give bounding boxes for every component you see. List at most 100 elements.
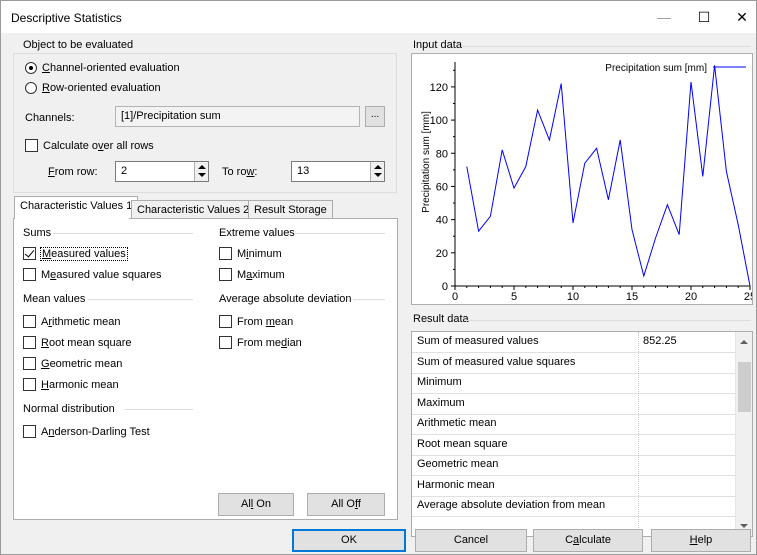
minimum-checkbox[interactable]: [219, 247, 232, 260]
calculate-all-rows-checkbox[interactable]: [25, 139, 38, 152]
cancel-button[interactable]: Cancel: [415, 529, 527, 552]
from-median-label: From median: [237, 337, 302, 349]
dialog-window: Descriptive Statistics — ☐ ✕ Object to b…: [0, 0, 757, 555]
result-name: Harmonic mean: [417, 478, 495, 491]
result-name: Average absolute deviation from mean: [417, 499, 606, 511]
input-data-label: Input data: [411, 39, 464, 51]
from-row-stepper[interactable]: [194, 162, 208, 181]
y-tick-label: 100: [430, 115, 448, 127]
channels-browse-button[interactable]: ...: [365, 106, 385, 127]
sums-header: Sums: [23, 227, 52, 239]
scroll-down-icon[interactable]: [740, 524, 748, 528]
calculate-button[interactable]: Calculate: [533, 529, 643, 552]
result-row[interactable]: Sum of measured value squares: [412, 353, 737, 374]
result-name: Minimum: [417, 376, 462, 388]
result-row[interactable]: Arithmetic mean: [412, 414, 737, 435]
result-row[interactable]: Maximum: [412, 394, 737, 415]
from-row-label: From row:: [48, 166, 98, 178]
close-button[interactable]: ✕: [719, 1, 757, 33]
object-group-label: Object to be evaluated: [21, 39, 136, 51]
to-row-stepper[interactable]: [370, 162, 384, 181]
measured-values-label: Measured values: [40, 247, 128, 261]
geometric-mean-checkbox[interactable]: [23, 357, 36, 370]
measured-squares-label: Measured value squares: [41, 269, 162, 281]
tab-characteristic-values-1[interactable]: Characteristic Values 1: [14, 196, 139, 219]
x-tick-label: 5: [511, 291, 517, 303]
measured-squares-checkbox[interactable]: [23, 268, 36, 281]
calculate-all-rows-label: Calculate over all rows: [43, 140, 154, 152]
channels-label: Channels:: [25, 112, 75, 124]
anderson-darling-label: Anderson-Darling Test: [41, 426, 150, 438]
from-row-field[interactable]: 2: [115, 161, 209, 182]
x-tick-label: 10: [567, 291, 579, 303]
result-row[interactable]: Sum of measured values 852.25: [412, 332, 737, 353]
y-axis-label: Precipitation sum [mm]: [421, 111, 432, 213]
y-tick-label: 0: [442, 281, 448, 293]
from-row-value: 2: [121, 165, 128, 177]
arithmetic-mean-checkbox[interactable]: [23, 315, 36, 328]
arithmetic-mean-label: Arithmetic mean: [41, 316, 121, 328]
y-tick-label: 40: [436, 215, 448, 227]
y-tick-label: 80: [436, 148, 448, 160]
x-tick-label: 25: [744, 291, 752, 303]
result-row[interactable]: Root mean square: [412, 435, 737, 456]
scroll-up-icon[interactable]: [740, 340, 748, 344]
window-title: Descriptive Statistics: [11, 11, 122, 25]
result-row[interactable]: Geometric mean: [412, 455, 737, 476]
row-oriented-radio[interactable]: [25, 82, 37, 94]
maximum-label: Maximum: [237, 269, 285, 281]
avg-abs-deviation-header: Average absolute deviation: [219, 293, 352, 305]
ok-button[interactable]: OK: [292, 529, 406, 552]
to-row-field[interactable]: 13: [291, 161, 385, 182]
result-data-label: Result data: [411, 313, 471, 325]
to-row-label: To row:: [222, 166, 258, 178]
extreme-values-header: Extreme values: [219, 227, 295, 239]
geometric-mean-label: Geometric mean: [41, 358, 123, 370]
to-row-value: 13: [297, 165, 310, 177]
result-name: Sum of measured values: [417, 335, 539, 347]
result-name: Geometric mean: [417, 458, 499, 470]
from-mean-checkbox[interactable]: [219, 315, 232, 328]
channel-oriented-label: Channel-oriented evaluation: [42, 62, 180, 74]
all-off-button[interactable]: All Off: [307, 493, 385, 516]
y-tick-label: 20: [436, 248, 448, 260]
measured-values-checkbox[interactable]: [23, 247, 36, 260]
scroll-thumb[interactable]: [738, 362, 751, 412]
from-mean-label: From mean: [237, 316, 294, 328]
root-mean-square-label: Root mean square: [41, 337, 132, 349]
chart-svg: 0 20 40 60 80 100 120 0 5 10 15 20 25 Precipitation s…: [421, 62, 756, 303]
y-tick-label: 120: [430, 82, 448, 94]
y-tick-label: 60: [436, 181, 448, 193]
input-chart: 0 20 40 60 80 100 120 0 5 10 15 20 25 Precipitation s…: [411, 53, 756, 305]
result-scrollbar[interactable]: [735, 332, 752, 536]
result-name: Sum of measured value squares: [417, 355, 576, 368]
channel-oriented-radio[interactable]: [25, 62, 37, 74]
x-tick-label: 0: [452, 291, 458, 303]
from-median-checkbox[interactable]: [219, 336, 232, 349]
harmonic-mean-checkbox[interactable]: [23, 378, 36, 391]
title-bar: Descriptive Statistics — ☐ ✕: [1, 1, 756, 33]
legend-label: Precipitation sum [mm]: [605, 63, 707, 74]
result-row[interactable]: Minimum: [412, 373, 737, 394]
channels-field[interactable]: [1]/Precipitation sum: [115, 106, 360, 127]
root-mean-square-checkbox[interactable]: [23, 336, 36, 349]
result-grid[interactable]: Sum of measured values 852.25 Sum of measu…: [411, 331, 753, 537]
normal-distribution-header: Normal distribution: [23, 403, 115, 415]
x-tick-label: 20: [685, 291, 697, 303]
help-button[interactable]: Help: [651, 529, 751, 552]
minimum-label: Minimum: [237, 248, 282, 260]
harmonic-mean-label: Harmonic mean: [41, 379, 119, 391]
series-line: [466, 65, 751, 287]
result-row[interactable]: Average absolute deviation from mean: [412, 496, 737, 517]
result-row[interactable]: Harmonic mean: [412, 476, 737, 497]
maximum-checkbox[interactable]: [219, 268, 232, 281]
anderson-darling-checkbox[interactable]: [23, 425, 36, 438]
all-on-button[interactable]: All On: [218, 493, 294, 516]
result-name: Arithmetic mean: [417, 417, 497, 429]
result-name: Root mean square: [417, 437, 508, 450]
result-name: Maximum: [417, 396, 465, 409]
x-tick-label: 15: [626, 291, 638, 303]
result-value: 852.25: [643, 335, 677, 347]
row-oriented-label: Row-oriented evaluation: [42, 82, 161, 94]
mean-values-header: Mean values: [23, 293, 86, 305]
